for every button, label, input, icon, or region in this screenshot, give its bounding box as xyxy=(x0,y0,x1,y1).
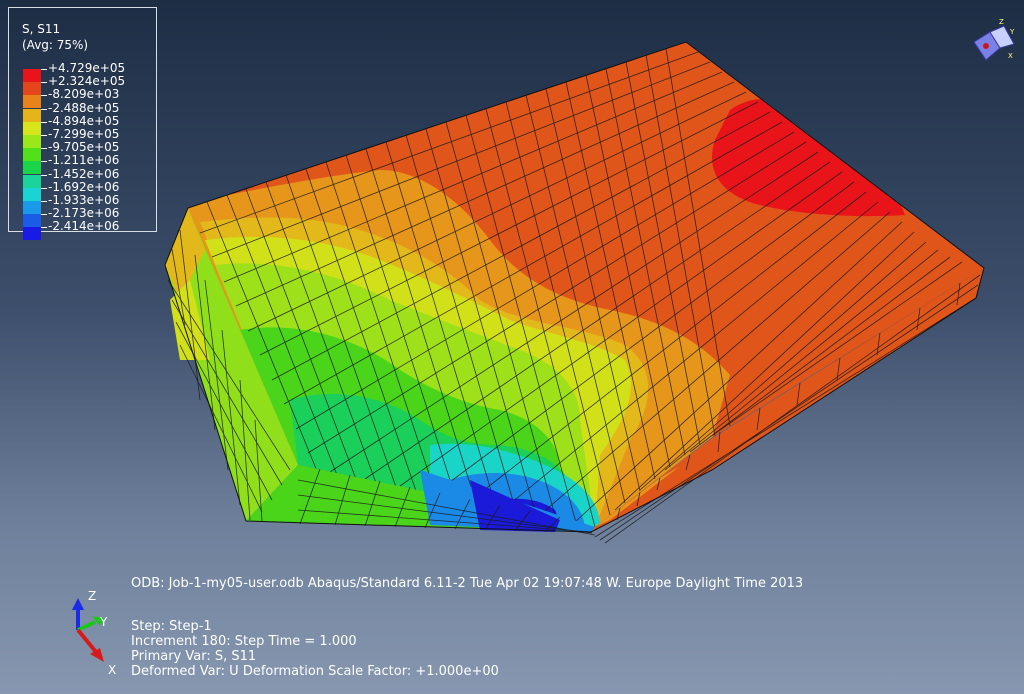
legend-tick xyxy=(41,214,47,216)
legend-value: -1.211e+06 xyxy=(48,153,120,168)
legend-swatch xyxy=(23,95,41,109)
legend-tick xyxy=(41,135,47,136)
step-line: Step: Step-1 xyxy=(131,619,212,634)
z-axis-arrow xyxy=(72,598,84,610)
legend-swatch xyxy=(23,121,41,135)
primary-var-line: Primary Var: S, S11 xyxy=(131,649,257,664)
legend-swatch xyxy=(23,148,41,162)
legend-tick xyxy=(41,148,47,150)
legend-swatch xyxy=(23,187,41,201)
legend-value: -8.209e+03 xyxy=(48,87,120,102)
legend-tick xyxy=(41,108,47,110)
legend-swatch xyxy=(23,214,41,228)
legend-value: -2.488e+05 xyxy=(48,100,120,115)
triad-label-y: Y xyxy=(100,615,108,629)
legend-tick xyxy=(41,187,47,189)
legend-swatch xyxy=(23,161,41,175)
legend-swatch xyxy=(23,135,41,148)
triad-label-z: Z xyxy=(88,589,97,603)
legend-tick xyxy=(41,174,47,176)
triad-label-x: X xyxy=(108,663,117,677)
legend-value: -1.452e+06 xyxy=(48,166,120,181)
legend-tick xyxy=(41,121,47,123)
legend-tick xyxy=(41,201,47,202)
view-cube-label-y: Y xyxy=(1010,28,1015,36)
legend-tick xyxy=(41,95,47,97)
odb-info-line: ODB: Job-1-my05-user.odb Abaqus/Standard… xyxy=(131,576,804,591)
legend-swatch xyxy=(23,201,41,214)
legend-tick xyxy=(41,161,47,163)
legend-swatch xyxy=(23,174,41,188)
deformed-var-line: Deformed Var: U Deformation Scale Factor… xyxy=(131,664,499,679)
legend-swatch xyxy=(23,108,41,122)
view-cube-label-z: Z xyxy=(999,18,1004,26)
contour-legend: S, S11 (Avg: 75%) +4.729e+05 +2.324e+05 -8… xyxy=(8,7,157,241)
legend-tick xyxy=(41,227,47,229)
legend-swatch xyxy=(23,82,41,96)
legend-swatch xyxy=(23,69,41,82)
legend-tick xyxy=(41,69,47,70)
legend-title: S, S11 xyxy=(22,22,61,36)
coordinate-triad xyxy=(72,598,104,662)
view-cube-label-x: X xyxy=(1008,52,1013,60)
legend-value: -2.414e+06 xyxy=(48,219,120,234)
legend-subtitle: (Avg: 75%) xyxy=(22,38,89,52)
legend-tick xyxy=(41,82,47,84)
legend-swatch xyxy=(23,227,41,241)
increment-line: Increment 180: Step Time = 1.000 xyxy=(131,634,357,649)
